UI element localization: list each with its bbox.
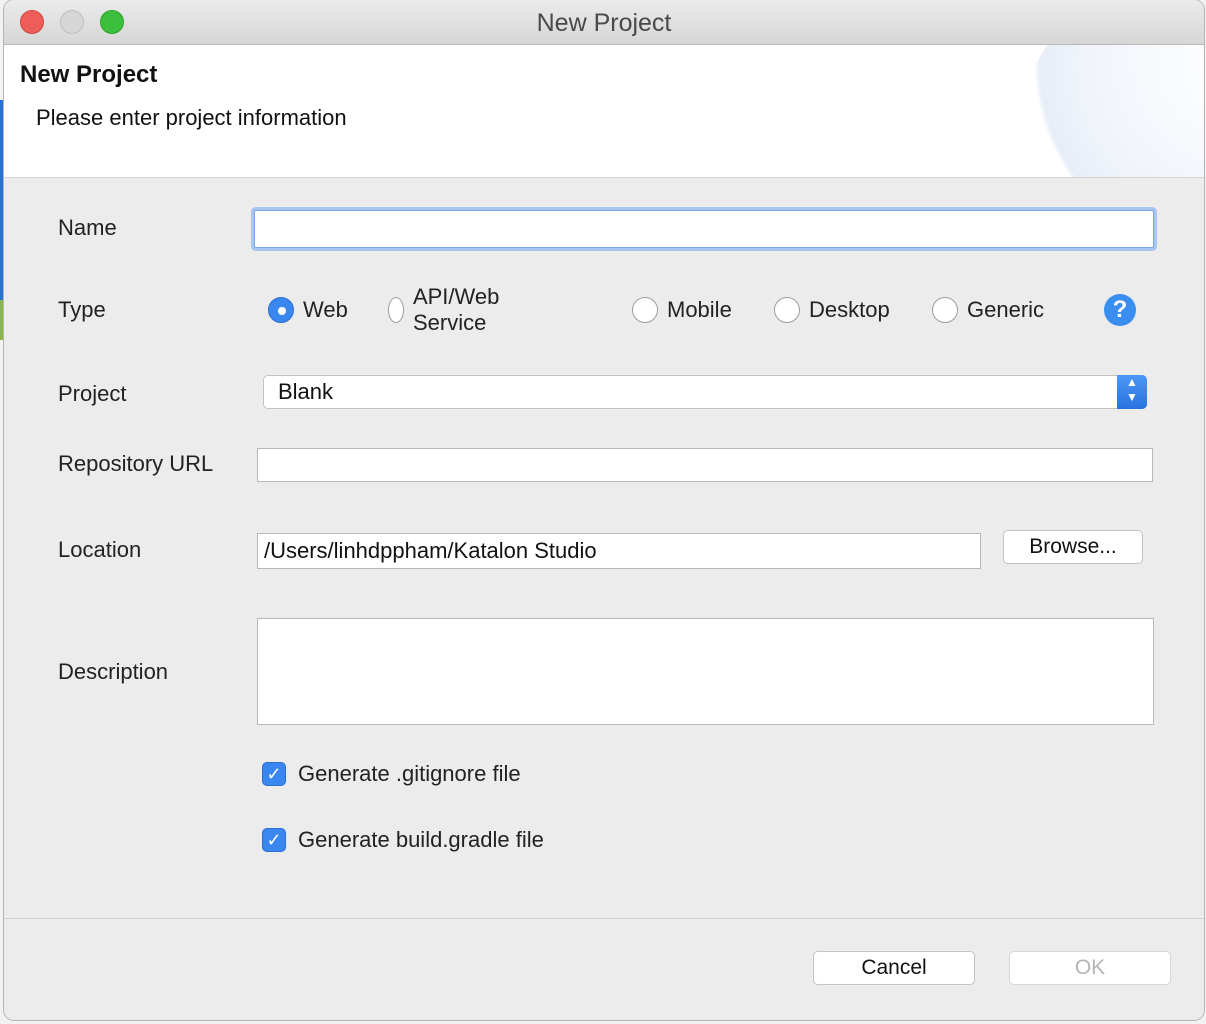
dialog-header: New Project Please enter project informa… — [4, 45, 1204, 178]
repository-url-input[interactable] — [257, 448, 1153, 482]
project-select-value: Blank — [278, 379, 334, 404]
checkmark-icon[interactable]: ✓ — [262, 828, 286, 852]
type-option-generic[interactable]: Generic — [932, 293, 1044, 327]
type-option-label: Web — [303, 297, 348, 322]
radio-unselected-icon[interactable] — [774, 297, 800, 323]
project-form: Name Type Web API/Web Service Mobile Des… — [4, 178, 1204, 918]
type-label: Type — [58, 297, 106, 322]
dialog-subtitle: Please enter project information — [36, 105, 347, 130]
type-option-web[interactable]: Web — [268, 293, 348, 327]
project-label: Project — [58, 381, 127, 406]
repository-url-label: Repository URL — [58, 451, 214, 476]
gradle-checkbox-row[interactable]: ✓ Generate build.gradle file — [262, 825, 544, 855]
type-option-desktop[interactable]: Desktop — [774, 293, 890, 327]
ok-button[interactable]: OK — [1009, 951, 1171, 985]
header-decoration — [1024, 45, 1204, 177]
dialog-title: New Project — [20, 61, 158, 88]
dialog-footer: Cancel OK — [4, 918, 1204, 1020]
location-input[interactable] — [257, 533, 981, 569]
type-option-label: Generic — [967, 297, 1045, 322]
checkmark-icon[interactable]: ✓ — [262, 762, 286, 786]
name-label: Name — [58, 215, 117, 240]
gradle-checkbox-label: Generate build.gradle file — [298, 827, 544, 852]
description-label: Description — [58, 659, 169, 684]
type-option-label: Mobile — [667, 297, 732, 322]
browse-button[interactable]: Browse... — [1003, 530, 1143, 564]
cancel-button[interactable]: Cancel — [813, 951, 975, 985]
type-option-mobile[interactable]: Mobile — [632, 293, 732, 327]
up-down-chevron-icon[interactable]: ▲ ▼ — [1117, 375, 1147, 409]
new-project-dialog: New Project New Project Please enter pro… — [4, 0, 1204, 1020]
radio-unselected-icon[interactable] — [388, 297, 404, 323]
type-option-label: API/Web Service — [412, 284, 500, 335]
title-bar: New Project — [4, 0, 1204, 45]
radio-unselected-icon[interactable] — [632, 297, 658, 323]
project-select[interactable]: Blank ▲ ▼ — [263, 375, 1147, 409]
gitignore-checkbox-row[interactable]: ✓ Generate .gitignore file — [262, 759, 521, 789]
radio-selected-icon[interactable] — [268, 297, 294, 323]
help-icon[interactable]: ? — [1104, 294, 1136, 326]
radio-unselected-icon[interactable] — [932, 297, 958, 323]
gitignore-checkbox-label: Generate .gitignore file — [298, 761, 521, 786]
window-title: New Project — [536, 9, 672, 37]
description-textarea[interactable] — [257, 618, 1154, 725]
location-label: Location — [58, 537, 142, 562]
name-input[interactable] — [254, 210, 1154, 248]
type-option-label: Desktop — [809, 297, 890, 322]
type-option-api-web-service[interactable]: API/Web Service — [388, 284, 509, 335]
